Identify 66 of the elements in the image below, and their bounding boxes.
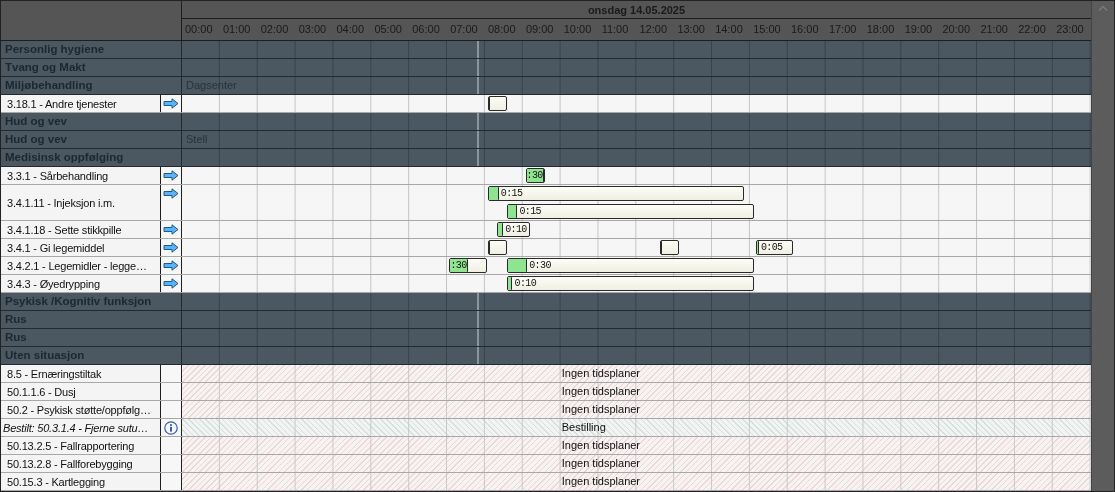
hour-label: 03:00 [297,22,328,37]
duration-label: 0:30 [529,259,551,272]
task-label[interactable]: 3.4.2.1 - Legemidler - legge… [1,257,161,274]
schedule-bar[interactable]: 0:30 [506,258,754,273]
status-text: Bestilling [561,420,606,435]
info-icon[interactable] [164,420,178,435]
schedule-bar[interactable]: :30 [525,168,545,183]
hour-label: 06:00 [411,22,441,37]
duration-label: 0:15 [500,187,523,200]
duration-label: 0:05 [760,241,783,254]
hour-label: 15:00 [752,22,782,37]
hour-label: 22:00 [1017,22,1047,37]
task-label[interactable]: 3.4.1.11 - Injeksjon i.m. [1,185,161,220]
hour-label: 10:00 [562,22,593,37]
hour-label: 12:00 [638,22,669,37]
hour-label: 18:00 [865,22,896,37]
hour-label: 09:00 [524,22,555,37]
schedule-bar[interactable] [487,240,507,255]
status-text: Ingen tidsplaner [561,456,641,471]
hour-label: 13:00 [676,22,706,37]
schedule-bar[interactable]: 0:10 [497,222,531,237]
task-label[interactable]: Bestilt: 50.3.1.4 - Fjerne sutu… [1,419,161,436]
task-label[interactable]: 3.18.1 - Andre tjenester [1,95,161,112]
hour-label: 00:00 [184,22,214,37]
task-label[interactable]: 3.4.1.18 - Sette stikkpille [1,221,161,238]
schedule-bar[interactable] [487,96,507,111]
schedule-bar[interactable]: 0:10 [506,276,754,291]
hour-label: 21:00 [979,22,1009,37]
task-label[interactable]: 50.1.1.6 - Dusj [1,383,161,400]
hour-label: 07:00 [449,22,479,37]
task-label[interactable]: 50.15.3 - Kartlegging [1,473,161,490]
hour-label: 14:00 [714,22,744,37]
task-label[interactable]: 3.4.3 - Øyedrypping [1,275,161,292]
hour-label: 04:00 [335,22,366,37]
hour-label: 08:00 [487,22,517,37]
hour-label: 01:00 [221,22,252,37]
status-text: Ingen tidsplaner [561,384,641,399]
task-label[interactable]: 3.3.1 - Sårbehandling [1,167,161,184]
schedule-bar[interactable]: :30 [449,258,487,273]
scrollbar[interactable] [1091,1,1114,491]
date-title: onsdag 14.05.2025 [182,1,1091,19]
schedule-bar[interactable]: 0:15 [506,204,754,219]
schedule-bar[interactable]: 0:05 [756,240,794,255]
status-text: Ingen tidsplaner [561,366,641,381]
task-label[interactable]: 8.5 - Ernæringstiltak [1,365,161,382]
hour-label: 11:00 [600,22,630,37]
schedule-bar[interactable]: 0:15 [487,186,745,201]
duration-label: 0:10 [505,223,527,236]
hour-label: 17:00 [827,22,858,37]
duration-label: 0:10 [514,277,537,290]
status-text: Ingen tidsplaner [561,474,641,489]
task-label[interactable]: 50.13.2.8 - Fallforebygging [1,455,161,472]
status-text: Ingen tidsplaner [561,402,641,417]
hour-label: 20:00 [941,22,972,37]
right-arrow-icon[interactable] [163,188,179,199]
duration-label: :30 [450,259,467,272]
hour-label: 02:00 [259,22,290,37]
duration-label: 0:15 [519,205,541,218]
hour-label: 23:00 [1055,22,1085,37]
task-label[interactable]: 50.2 - Psykisk støtte/oppfølg… [1,401,161,418]
schedule-bar[interactable] [659,240,679,255]
status-text: Ingen tidsplaner [561,438,641,453]
hour-label: 16:00 [790,22,820,37]
task-label[interactable]: 3.4.1 - Gi legemiddel [1,239,161,256]
task-label[interactable]: 50.13.2.5 - Fallrapportering [1,437,161,454]
hour-label: 05:00 [373,22,403,37]
